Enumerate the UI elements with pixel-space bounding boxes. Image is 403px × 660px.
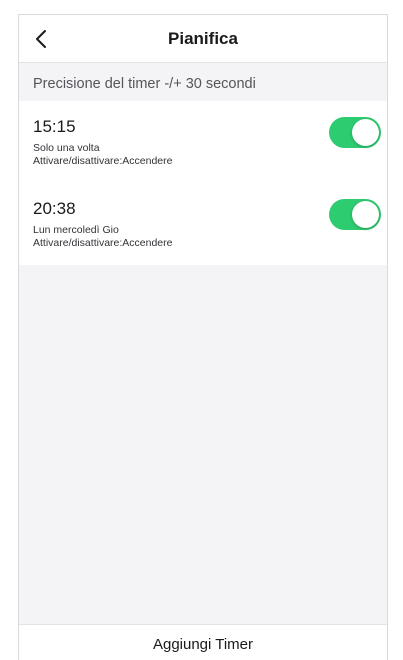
add-timer-button[interactable]: Aggiungi Timer [19,625,387,660]
bottom-bar: Aggiungi Timer [19,624,387,660]
timer-repeat: Solo una volta [33,142,100,154]
app-screen: Pianifica Precisione del timer -/+ 30 se… [18,14,388,660]
toggle-knob [352,201,379,228]
timer-precision-notice: Precisione del timer -/+ 30 secondi [33,76,256,92]
back-button[interactable] [25,23,57,55]
nav-bar: Pianifica [19,15,387,63]
timer-enable-toggle[interactable] [329,199,381,230]
timer-time: 20:38 [33,199,76,218]
timer-action: Attivare/disattivare:Accendere [33,237,173,249]
chevron-left-icon [36,30,46,48]
timer-action: Attivare/disattivare:Accendere [33,155,173,167]
timer-enable-toggle[interactable] [329,117,381,148]
timer-time: 15:15 [33,117,76,136]
timer-list: 15:15 Solo una volta Attivare/disattivar… [19,101,387,265]
page-title: Pianifica [168,29,238,48]
timer-row[interactable]: 15:15 Solo una volta Attivare/disattivar… [19,101,387,183]
toggle-knob [352,119,379,146]
timer-row[interactable]: 20:38 Lun mercoledì Gio Attivare/disatti… [19,183,387,265]
timer-repeat: Lun mercoledì Gio [33,224,119,236]
